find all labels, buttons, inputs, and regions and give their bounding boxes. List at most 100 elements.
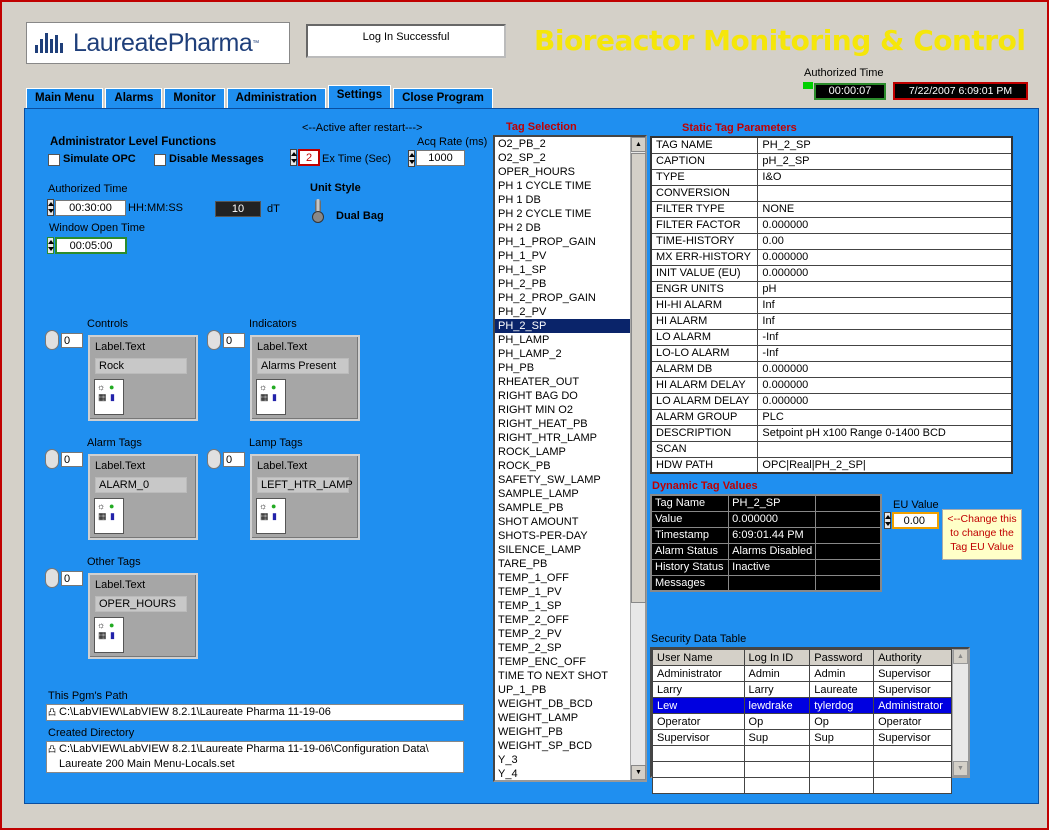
security-cell[interactable]: [873, 745, 952, 762]
tag-list-scrollbar[interactable]: ▲ ▼: [630, 137, 646, 780]
security-row[interactable]: Supervisor Sup Sup Supervisor: [652, 729, 952, 746]
tag-list-item[interactable]: PH_2_PB: [495, 277, 631, 291]
tag-list-item[interactable]: PH_PB: [495, 361, 631, 375]
tag-list-item[interactable]: ROCK_PB: [495, 459, 631, 473]
other-tags-cluster-value[interactable]: OPER_HOURS: [95, 596, 187, 612]
security-cell[interactable]: Administrator: [652, 665, 745, 682]
security-cell[interactable]: [873, 777, 952, 794]
security-cell[interactable]: Operator: [873, 713, 952, 730]
security-row[interactable]: [652, 761, 952, 778]
tag-list-item[interactable]: SAMPLE_LAMP: [495, 487, 631, 501]
tab-main-menu[interactable]: Main Menu: [26, 88, 104, 109]
tag-list-item[interactable]: TIME TO NEXT SHOT: [495, 669, 631, 683]
acq-rate-input[interactable]: 1000: [416, 150, 465, 166]
tag-list-item[interactable]: PH_1_SP: [495, 263, 631, 277]
tag-list-item[interactable]: Y_4: [495, 767, 631, 780]
tag-list-item[interactable]: SHOTS-PER-DAY: [495, 529, 631, 543]
security-cell[interactable]: Laureate: [809, 681, 875, 698]
tag-list-item[interactable]: SHOT AMOUNT: [495, 515, 631, 529]
other-tags-index-input[interactable]: 0: [61, 571, 83, 586]
other-tags-index-spinner[interactable]: [45, 568, 59, 588]
tag-list-item[interactable]: WEIGHT_PB: [495, 725, 631, 739]
controls-index-input[interactable]: 0: [61, 333, 83, 348]
tag-list-item[interactable]: TEMP_1_OFF: [495, 571, 631, 585]
security-cell[interactable]: [743, 777, 811, 794]
controls-cluster-value[interactable]: Rock: [95, 358, 187, 374]
tag-list-item[interactable]: PH_1_PV: [495, 249, 631, 263]
security-cell[interactable]: Larry: [743, 681, 811, 698]
security-row[interactable]: [652, 777, 952, 794]
tag-list-item[interactable]: SILENCE_LAMP: [495, 543, 631, 557]
security-cell[interactable]: Supervisor: [873, 665, 952, 682]
security-cell[interactable]: [652, 761, 745, 778]
tag-list-item[interactable]: Y_3: [495, 753, 631, 767]
security-cell[interactable]: Lew: [652, 697, 745, 714]
security-cell[interactable]: [743, 761, 811, 778]
security-cell[interactable]: Supervisor: [652, 729, 745, 746]
tag-list-item[interactable]: TEMP_2_OFF: [495, 613, 631, 627]
acq-rate-spinner[interactable]: [408, 150, 415, 167]
tag-list-item[interactable]: PH_1_PROP_GAIN: [495, 235, 631, 249]
tag-list-item[interactable]: PH 2 DB: [495, 221, 631, 235]
security-column-header[interactable]: Authority: [873, 649, 952, 666]
disable-messages-checkbox[interactable]: [154, 154, 166, 166]
tag-list-item[interactable]: TARE_PB: [495, 557, 631, 571]
tag-list-item[interactable]: PH 1 DB: [495, 193, 631, 207]
security-column-header[interactable]: Log In ID: [743, 649, 811, 666]
security-cell[interactable]: Administrator: [873, 697, 952, 714]
security-cell[interactable]: [743, 745, 811, 762]
security-cell[interactable]: Admin: [743, 665, 811, 682]
tab-alarms[interactable]: Alarms: [105, 88, 163, 109]
pgm-path-field[interactable]: C:\LabVIEW\LabVIEW 8.2.1\Laureate Pharma…: [46, 704, 464, 721]
alarm-tags-index-input[interactable]: 0: [61, 452, 83, 467]
scroll-down-icon[interactable]: ▼: [631, 765, 646, 780]
tag-list-item[interactable]: TEMP_1_PV: [495, 585, 631, 599]
tag-list-item[interactable]: RIGHT BAG DO: [495, 389, 631, 403]
ex-time-spinner[interactable]: [290, 149, 297, 166]
tag-list-item[interactable]: PH_2_PROP_GAIN: [495, 291, 631, 305]
created-dir-field[interactable]: C:\LabVIEW\LabVIEW 8.2.1\Laureate Pharma…: [46, 741, 464, 773]
tag-list-item[interactable]: TEMP_2_PV: [495, 627, 631, 641]
lamp-tags-index-input[interactable]: 0: [223, 452, 245, 467]
security-column-header[interactable]: User Name: [652, 649, 745, 666]
security-cell[interactable]: Supervisor: [873, 729, 952, 746]
security-cell[interactable]: lewdrake: [743, 697, 811, 714]
tag-list-item[interactable]: OPER_HOURS: [495, 165, 631, 179]
scroll-up-icon[interactable]: ▲: [631, 137, 646, 152]
tag-list-item[interactable]: O2_PB_2: [495, 137, 631, 151]
security-scroll-down-icon[interactable]: ▼: [953, 761, 968, 776]
tag-list-item[interactable]: PH_2_SP: [495, 319, 631, 333]
tag-list-item[interactable]: PH 1 CYCLE TIME: [495, 179, 631, 193]
security-scrollbar[interactable]: ▲ ▼: [952, 649, 968, 776]
tag-list-item[interactable]: SAMPLE_PB: [495, 501, 631, 515]
tab-monitor[interactable]: Monitor: [164, 88, 225, 109]
tag-list-item[interactable]: WEIGHT_LAMP: [495, 711, 631, 725]
indicators-index-input[interactable]: 0: [223, 333, 245, 348]
security-cell[interactable]: [652, 777, 745, 794]
lamp-tags-index-spinner[interactable]: [207, 449, 221, 469]
tag-list-item[interactable]: RIGHT MIN O2: [495, 403, 631, 417]
controls-index-spinner[interactable]: [45, 330, 59, 350]
security-cell[interactable]: [809, 777, 875, 794]
tab-settings[interactable]: Settings: [327, 85, 392, 109]
tag-list-item[interactable]: PH_LAMP_2: [495, 347, 631, 361]
security-row[interactable]: Operator Op Op Operator: [652, 713, 952, 730]
tag-list-item[interactable]: PH_LAMP: [495, 333, 631, 347]
window-open-spinner[interactable]: [47, 237, 54, 254]
security-cell[interactable]: [873, 761, 952, 778]
tag-list-item[interactable]: TEMP_ENC_OFF: [495, 655, 631, 669]
security-row[interactable]: Larry Larry Laureate Supervisor: [652, 681, 952, 698]
simulate-opc-checkbox[interactable]: [48, 154, 60, 166]
security-cell[interactable]: Supervisor: [873, 681, 952, 698]
tag-list-item[interactable]: ROCK_LAMP: [495, 445, 631, 459]
window-open-input[interactable]: 00:05:00: [55, 237, 127, 254]
security-cell[interactable]: Larry: [652, 681, 745, 698]
security-cell[interactable]: Op: [809, 713, 875, 730]
tag-selection-list[interactable]: O2_PB_2 O2_SP_2 OPER_HOURS PH 1 CYCLE TIME P…: [493, 135, 647, 782]
security-cell[interactable]: Op: [743, 713, 811, 730]
tab-administration[interactable]: Administration: [226, 88, 326, 109]
tag-list-item[interactable]: SAFETY_SW_LAMP: [495, 473, 631, 487]
tag-list-item[interactable]: RHEATER_OUT: [495, 375, 631, 389]
security-cell[interactable]: [652, 745, 745, 762]
security-cell[interactable]: Sup: [743, 729, 811, 746]
